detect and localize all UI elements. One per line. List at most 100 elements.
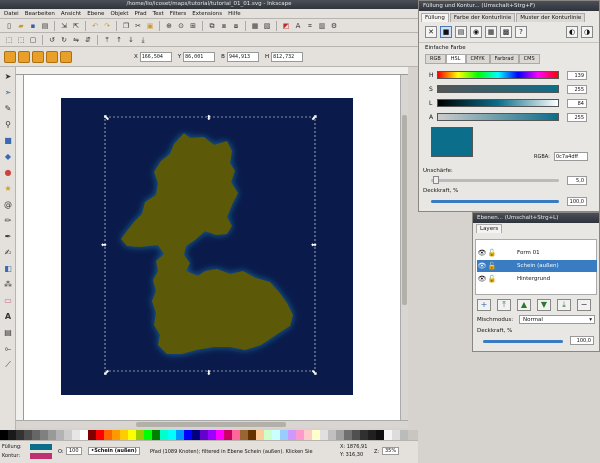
tab-cms[interactable]: CMS [518,54,540,64]
group-icon[interactable]: ▦ [250,21,260,31]
text-tool-icon[interactable]: A [3,312,13,322]
save-icon[interactable]: ▪ [28,21,38,31]
fill-panel-title[interactable]: Füllung und Kontur... (Umschalt+Strg+F) [419,1,599,11]
saturation-field[interactable]: 255 [567,84,587,94]
palette-swatch[interactable] [64,430,72,440]
palette-swatch[interactable] [296,430,304,440]
alpha-slider[interactable] [437,113,559,121]
add-layer-icon[interactable]: + [477,299,491,311]
new-document-icon[interactable]: ▯ [4,21,14,31]
fill-swatch[interactable] [30,444,52,450]
fill-stroke-icon[interactable]: ◩ [281,21,291,31]
text-font-icon[interactable]: A [293,21,303,31]
palette-swatch[interactable] [384,430,392,440]
menu-ansicht[interactable]: Ansicht [61,11,81,17]
star-tool-icon[interactable]: ★ [3,184,13,194]
lock-icon[interactable]: 🔓 [487,261,497,271]
palette-swatch[interactable] [72,430,80,440]
palette-swatch[interactable] [272,430,280,440]
fill-rule-nonzero-icon[interactable]: ◑ [581,26,593,38]
tab-stroke-style[interactable]: Muster der Konturlinie [516,13,586,22]
zoom-field[interactable]: 35% [382,447,400,455]
duplicate-icon[interactable]: ⧉ [207,21,217,31]
saturation-slider[interactable] [437,85,559,93]
dropper-tool-icon[interactable]: ⟋ [3,360,13,370]
layer-row[interactable]: 👁 🔓 Schein (außen) [477,260,597,272]
lock-icon[interactable]: 🔓 [487,274,497,284]
palette-swatch[interactable] [256,430,264,440]
palette-swatch[interactable] [336,430,344,440]
palette-swatch[interactable] [216,430,224,440]
select-tool-icon[interactable]: ➤ [3,72,13,82]
zoom-selection-icon[interactable]: ⊕ [164,21,174,31]
transform-gradient-icon[interactable] [46,50,58,63]
layer-up-icon[interactable]: ▲ [517,299,531,311]
cut-icon[interactable]: ✂ [133,21,143,31]
h-field[interactable]: 812,732 [271,51,304,62]
menu-extensions[interactable]: Extensions [192,11,222,17]
tab-layers[interactable]: Layers [476,224,503,233]
palette-swatch[interactable] [168,430,176,440]
unlink-clone-icon[interactable]: ⧇ [231,21,241,31]
y-field[interactable]: 86,001 [183,51,216,62]
transform-pattern-icon[interactable] [60,50,72,63]
w-field[interactable]: 944,913 [226,51,259,62]
redo-icon[interactable]: ↷ [102,21,112,31]
palette-swatch[interactable] [400,430,408,440]
flip-horizontal-icon[interactable]: ⇋ [71,35,81,45]
lock-icon[interactable]: 🔓 [487,248,497,258]
eraser-tool-icon[interactable]: ▭ [3,296,13,306]
opacity-field[interactable]: 100,0 [567,197,587,206]
linear-gradient-icon[interactable]: ▤ [455,26,467,38]
palette-swatch[interactable] [104,430,112,440]
print-icon[interactable]: ▤ [40,21,50,31]
preferences-icon[interactable]: ⚙ [329,21,339,31]
pen-tool-icon[interactable]: ✒ [3,232,13,242]
palette-swatch[interactable] [80,430,88,440]
lower-bottom-icon[interactable]: ⤓ [138,35,148,45]
opacity-field[interactable]: 100 [66,447,82,455]
layer-name[interactable]: Hintergrund [517,276,550,282]
opacity-slider[interactable] [431,200,559,203]
vertical-scrollbar[interactable] [400,75,408,420]
gradient-tool-icon[interactable]: ▤ [3,328,13,338]
palette-swatch[interactable] [368,430,376,440]
lightness-slider[interactable] [437,99,559,107]
palette-swatch[interactable] [392,430,400,440]
copy-icon[interactable]: ❐ [121,21,131,31]
open-icon[interactable]: ▰ [16,21,26,31]
rotate-cw-icon[interactable]: ↻ [59,35,69,45]
palette-swatch[interactable] [0,430,8,440]
paste-icon[interactable]: ▣ [145,21,155,31]
spray-tool-icon[interactable]: ⁂ [3,280,13,290]
blend-mode-select[interactable]: Normal ▾ [519,315,595,324]
menu-ebene[interactable]: Ebene [87,11,104,17]
spiral-tool-icon[interactable]: @ [3,200,13,210]
xml-editor-icon[interactable]: ⌗ [305,21,315,31]
connector-tool-icon[interactable]: ⟜ [3,344,13,354]
palette-swatch[interactable] [288,430,296,440]
palette-swatch[interactable] [320,430,328,440]
hue-slider[interactable] [437,71,559,79]
menu-hilfe[interactable]: Hilfe [228,11,241,17]
box3d-tool-icon[interactable]: ◆ [3,152,13,162]
palette-swatch[interactable] [264,430,272,440]
palette-swatch[interactable] [96,430,104,440]
palette-swatch[interactable] [176,430,184,440]
lower-icon[interactable]: ↓ [126,35,136,45]
palette-swatch[interactable] [184,430,192,440]
tab-stroke-paint[interactable]: Farbe der Konturlinie [449,13,516,22]
menu-datei[interactable]: Datei [4,11,19,17]
palette-swatch[interactable] [248,430,256,440]
blur-field[interactable]: 5,0 [567,176,587,185]
layer-down-icon[interactable]: ▼ [537,299,551,311]
palette-swatch[interactable] [280,430,288,440]
select-all-icon[interactable]: ⬚ [4,35,14,45]
layer-row[interactable]: 👁 🔓 Hintergrund [477,273,597,285]
palette-swatch[interactable] [56,430,64,440]
raise-icon[interactable]: ↑ [114,35,124,45]
palette-swatch[interactable] [352,430,360,440]
undo-icon[interactable]: ↶ [90,21,100,31]
swatch-icon[interactable]: ▩ [500,26,512,38]
tab-rgb[interactable]: RGB [425,54,446,64]
